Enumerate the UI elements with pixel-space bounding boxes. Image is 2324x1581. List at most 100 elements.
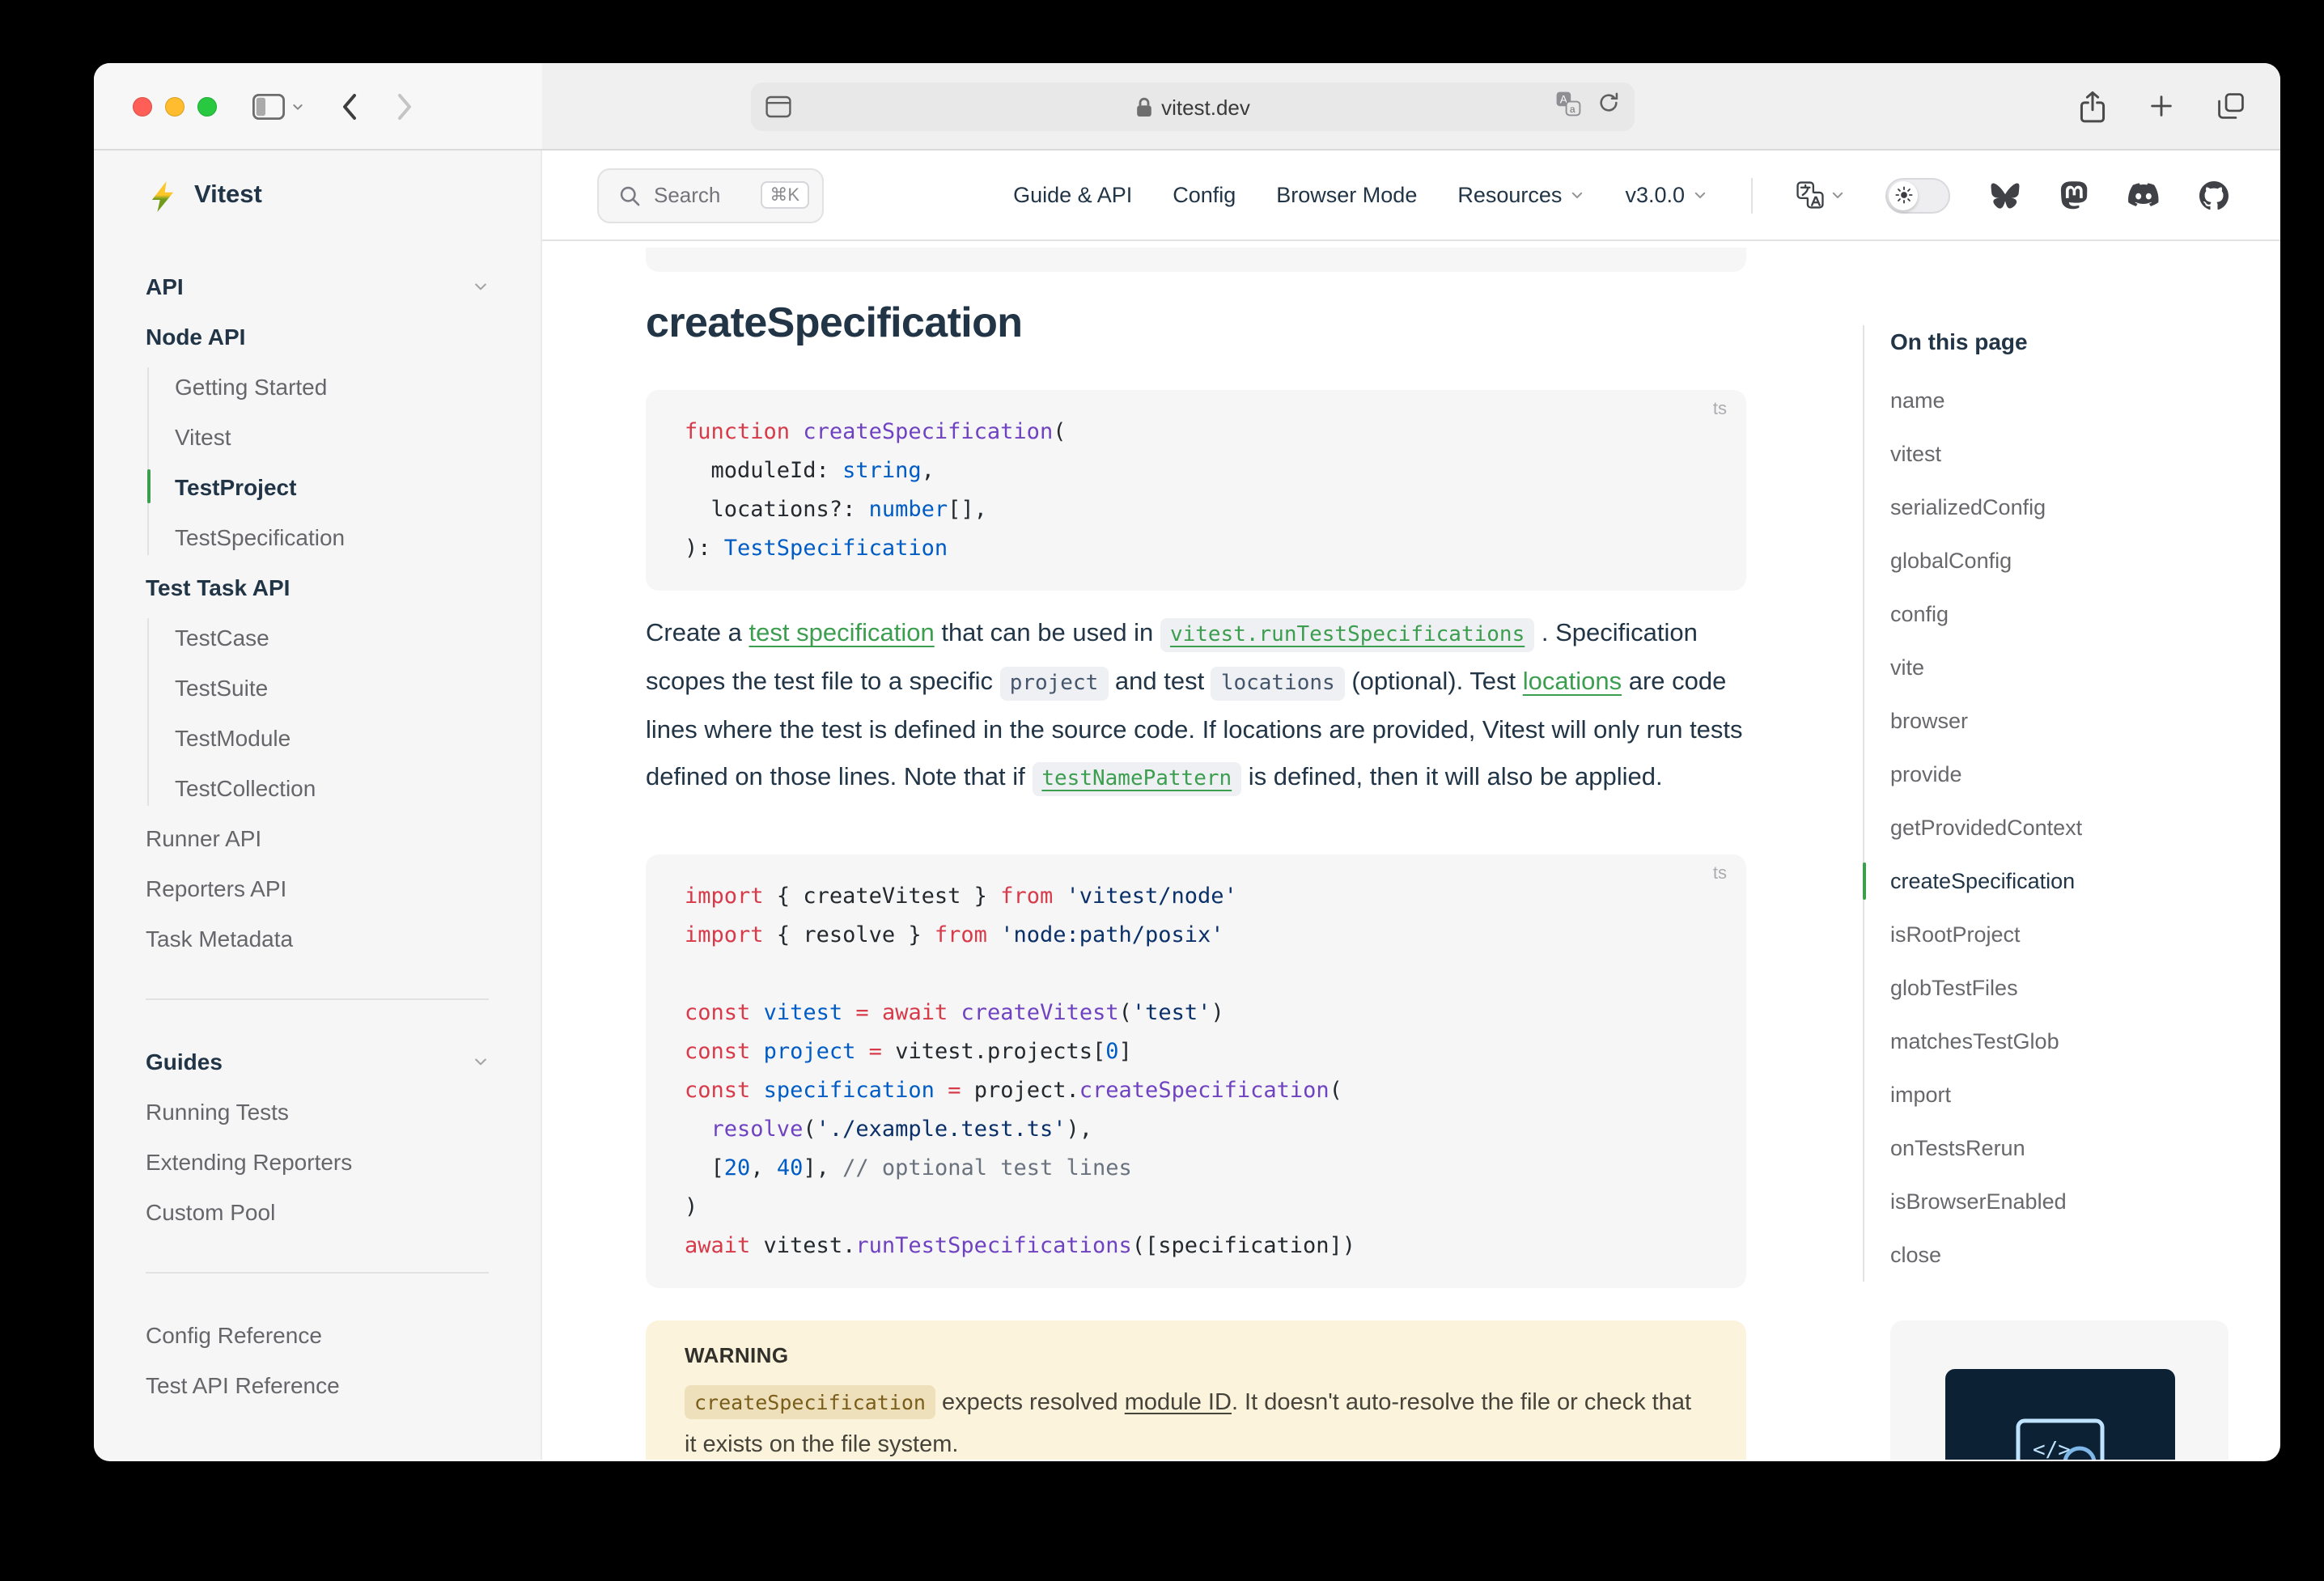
doc-link[interactable]: testNamePattern	[1032, 762, 1241, 796]
toc-item[interactable]: globalConfig	[1890, 534, 2229, 587]
sidebar-item[interactable]: Running Tests	[146, 1086, 489, 1136]
sidebar-content: API Node API Getting StartedVitestTestPr…	[146, 241, 489, 1409]
sponsor-ad-card[interactable]: </>	[1890, 1320, 2229, 1460]
code-language-label: ts	[1713, 864, 1727, 884]
warning-body: createSpecification expects resolved mod…	[685, 1382, 1707, 1460]
traffic-lights	[133, 96, 217, 116]
theme-toggle-knob	[1889, 180, 1918, 210]
toc-item[interactable]: serializedConfig	[1890, 481, 2229, 534]
toc-item[interactable]: isBrowserEnabled	[1890, 1175, 2229, 1228]
toc-item[interactable]: import	[1890, 1068, 2229, 1121]
table-of-contents: On this page namevitestserializedConfigg…	[1863, 325, 2229, 1282]
sidebar-icon	[252, 93, 285, 119]
sidebar-item[interactable]: TestProject	[175, 461, 489, 511]
doc-link[interactable]: vitest.runTestSpecifications	[1160, 618, 1534, 652]
toc-item[interactable]: provide	[1890, 748, 2229, 801]
nav-link[interactable]: Resources	[1457, 183, 1584, 207]
nav-link[interactable]: Config	[1173, 183, 1236, 207]
mastodon-link[interactable]	[2060, 180, 2088, 210]
sidebar-top-links: Runner APIReporters APITask Metadata	[146, 812, 489, 963]
sidebar-item[interactable]: TestCollection	[175, 762, 489, 812]
code-language-label: ts	[1713, 400, 1727, 419]
toc-item[interactable]: vite	[1890, 641, 2229, 694]
toc-item[interactable]: name	[1890, 374, 2229, 427]
sidebar-item[interactable]: TestSuite	[175, 662, 489, 712]
screen: vitest.dev Aa	[0, 0, 2324, 1581]
toc-title: On this page	[1890, 325, 2229, 358]
text-segment: is defined, then it will also be applied…	[1241, 764, 1662, 791]
browser-titlebar: vitest.dev Aa	[94, 63, 2280, 150]
language-menu-button[interactable]	[1796, 181, 1845, 209]
toc-item[interactable]: onTestsRerun	[1890, 1121, 2229, 1175]
sidebar-item[interactable]: Reporters API	[146, 863, 489, 913]
minimize-window-button[interactable]	[165, 96, 184, 116]
sidebar-item[interactable]: Config Reference	[146, 1309, 489, 1359]
chevron-down-icon	[1830, 188, 1845, 202]
translate-icon[interactable]: Aa	[1555, 90, 1581, 124]
forward-button[interactable]	[397, 91, 414, 121]
safari-window: vitest.dev Aa	[94, 63, 2280, 1461]
page-settings-icon[interactable]	[765, 95, 791, 126]
sidebar-group-node-api-items: Getting StartedVitestTestProjectTestSpec…	[146, 361, 489, 562]
sidebar-item[interactable]: Getting Started	[175, 361, 489, 411]
sidebar-item[interactable]: TestCase	[175, 612, 489, 662]
zoom-window-button[interactable]	[197, 96, 217, 116]
toc-item[interactable]: browser	[1890, 694, 2229, 748]
sidebar-item[interactable]: TestSpecification	[175, 511, 489, 562]
toc-item[interactable]: matchesTestGlob	[1890, 1015, 2229, 1068]
toc-item[interactable]: isRootProject	[1890, 908, 2229, 961]
sidebar-item[interactable]: Vitest	[175, 411, 489, 461]
address-bar-actions: Aa	[1555, 83, 1620, 131]
doc-link[interactable]: locations	[1523, 668, 1622, 696]
toc-item[interactable]: vitest	[1890, 427, 2229, 481]
doc-link[interactable]: module ID	[1125, 1390, 1232, 1416]
bluesky-link[interactable]	[1991, 182, 2020, 208]
forward-chevron-icon	[397, 91, 414, 121]
sidebar-item[interactable]: Extending Reporters	[146, 1136, 489, 1186]
titlebar-left	[94, 63, 542, 149]
toc-item[interactable]: getProvidedContext	[1890, 801, 2229, 854]
nav-link[interactable]: Browser Mode	[1276, 183, 1417, 207]
warning-title: WARNING	[685, 1343, 1707, 1369]
theme-toggle[interactable]	[1885, 177, 1950, 213]
discord-link[interactable]	[2128, 183, 2159, 207]
toc-item[interactable]: createSpecification	[1890, 854, 2229, 908]
toc-item[interactable]: globTestFiles	[1890, 961, 2229, 1015]
back-button[interactable]	[340, 91, 358, 121]
sidebar-section-api[interactable]: API	[146, 261, 489, 311]
toc-item[interactable]: close	[1890, 1228, 2229, 1282]
example-code-block: ts import { createVitest } from 'vitest/…	[646, 854, 1746, 1288]
sidebar-item[interactable]: Custom Pool	[146, 1186, 489, 1236]
sun-icon	[1894, 186, 1912, 204]
vitest-docs-app: Vitest API Node API Getting StartedVites…	[94, 150, 2280, 1460]
tabs-icon	[2217, 92, 2245, 120]
warning-callout: WARNING createSpecification expects reso…	[646, 1320, 1746, 1460]
nav-link[interactable]: v3.0.0	[1625, 183, 1707, 207]
toc-item[interactable]: config	[1890, 587, 2229, 641]
search-button[interactable]: Search ⌘K	[597, 167, 824, 223]
sidebar-section-api-label: API	[146, 273, 184, 299]
share-button[interactable]	[2080, 90, 2106, 122]
sidebar-item[interactable]: TestModule	[175, 712, 489, 762]
close-window-button[interactable]	[133, 96, 152, 116]
brand-home-link[interactable]: Vitest	[146, 150, 489, 241]
chevron-down-icon	[291, 100, 304, 112]
address-bar[interactable]: vitest.dev Aa	[751, 83, 1635, 131]
github-icon	[2199, 180, 2229, 210]
text-segment: (optional). Test	[1345, 668, 1523, 696]
sidebar-item[interactable]: Runner API	[146, 812, 489, 863]
github-link[interactable]	[2199, 180, 2229, 210]
sidebar-item[interactable]: Test API Reference	[146, 1359, 489, 1409]
share-icon	[2080, 90, 2106, 122]
new-tab-button[interactable]	[2148, 92, 2175, 120]
doc-link[interactable]: test specification	[749, 620, 935, 647]
nav-link[interactable]: Guide & API	[1013, 183, 1132, 207]
sidebar-item[interactable]: Task Metadata	[146, 913, 489, 963]
tab-overview-button[interactable]	[2217, 92, 2245, 120]
sidebar-section-guides[interactable]: Guides	[146, 1036, 489, 1086]
reload-icon[interactable]	[1597, 91, 1620, 123]
inline-code: project	[1000, 667, 1109, 701]
sidebar-toggle-button[interactable]	[252, 93, 285, 119]
signature-code-block: ts function createSpecification( moduleI…	[646, 390, 1746, 591]
sidebar-menu-chevron[interactable]	[291, 100, 304, 112]
